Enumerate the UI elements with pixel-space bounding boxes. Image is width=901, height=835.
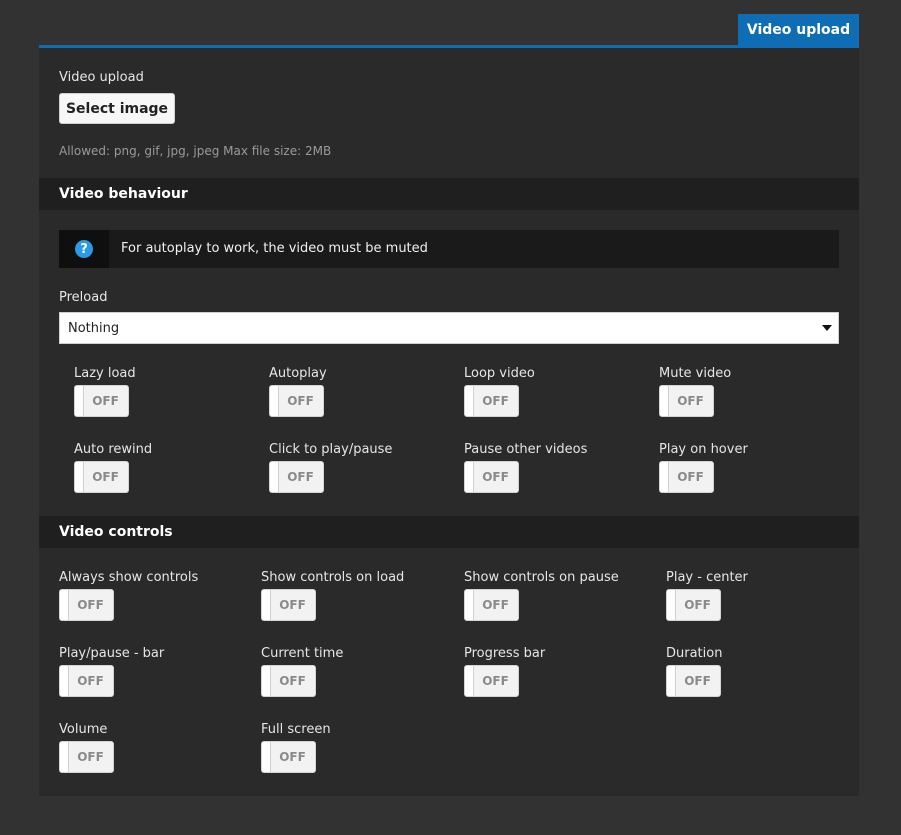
toggle-mute-video: Mute video OFF <box>659 366 839 426</box>
toggle-play-on-hover: Play on hover OFF <box>659 442 839 502</box>
preload-select[interactable]: Nothing <box>59 312 839 344</box>
play-center-toggle[interactable]: OFF <box>666 589 721 621</box>
volume-toggle[interactable]: OFF <box>59 741 114 773</box>
show-controls-on-load-toggle[interactable]: OFF <box>261 589 316 621</box>
pause-other-videos-toggle[interactable]: OFF <box>464 461 519 493</box>
toggle-play-pause-bar: Play/pause - bar OFF <box>59 646 239 706</box>
play-on-hover-toggle[interactable]: OFF <box>659 461 714 493</box>
toggle-show-controls-on-pause: Show controls on pause OFF <box>464 570 644 630</box>
help-icon: ? <box>75 240 93 258</box>
toggle-full-screen: Full screen OFF <box>261 722 441 782</box>
show-controls-on-pause-toggle[interactable]: OFF <box>464 589 519 621</box>
toggle-lazy-load: Lazy load OFF <box>74 366 254 426</box>
toggle-play-center: Play - center OFF <box>666 570 846 630</box>
chevron-down-icon <box>822 325 832 331</box>
duration-toggle[interactable]: OFF <box>666 665 721 697</box>
play-pause-bar-toggle[interactable]: OFF <box>59 665 114 697</box>
toggle-volume: Volume OFF <box>59 722 239 782</box>
always-show-controls-toggle[interactable]: OFF <box>59 589 114 621</box>
current-time-toggle[interactable]: OFF <box>261 665 316 697</box>
toggle-current-time: Current time OFF <box>261 646 441 706</box>
preload-selected-value: Nothing <box>68 320 120 336</box>
upload-hint: Allowed: png, gif, jpg, jpeg Max file si… <box>59 144 332 158</box>
toggle-progress-bar: Progress bar OFF <box>464 646 644 706</box>
toggle-autoplay: Autoplay OFF <box>269 366 449 426</box>
settings-panel: Video upload Select image Allowed: png, … <box>39 48 859 796</box>
mute-video-toggle[interactable]: OFF <box>659 385 714 417</box>
lazy-load-toggle[interactable]: OFF <box>74 385 129 417</box>
loop-video-toggle[interactable]: OFF <box>464 385 519 417</box>
toggle-pause-other-videos: Pause other videos OFF <box>464 442 644 502</box>
progress-bar-toggle[interactable]: OFF <box>464 665 519 697</box>
click-to-play-pause-toggle[interactable]: OFF <box>269 461 324 493</box>
toggle-always-show-controls: Always show controls OFF <box>59 570 239 630</box>
tab-video-upload[interactable]: Video upload <box>738 14 859 46</box>
notice-text: For autoplay to work, the video must be … <box>121 241 428 256</box>
toggle-auto-rewind: Auto rewind OFF <box>74 442 254 502</box>
select-image-button[interactable]: Select image <box>59 93 175 124</box>
full-screen-toggle[interactable]: OFF <box>261 741 316 773</box>
toggle-click-to-play-pause: Click to play/pause OFF <box>269 442 449 502</box>
video-behaviour-heading: Video behaviour <box>39 178 859 210</box>
auto-rewind-toggle[interactable]: OFF <box>74 461 129 493</box>
toggle-loop-video: Loop video OFF <box>464 366 644 426</box>
autoplay-notice: ? For autoplay to work, the video must b… <box>59 230 839 268</box>
toggle-show-controls-on-load: Show controls on load OFF <box>261 570 441 630</box>
video-upload-label: Video upload <box>59 70 144 85</box>
preload-label: Preload <box>59 290 108 305</box>
video-controls-heading: Video controls <box>39 516 859 548</box>
autoplay-toggle[interactable]: OFF <box>269 385 324 417</box>
toggle-duration: Duration OFF <box>666 646 846 706</box>
